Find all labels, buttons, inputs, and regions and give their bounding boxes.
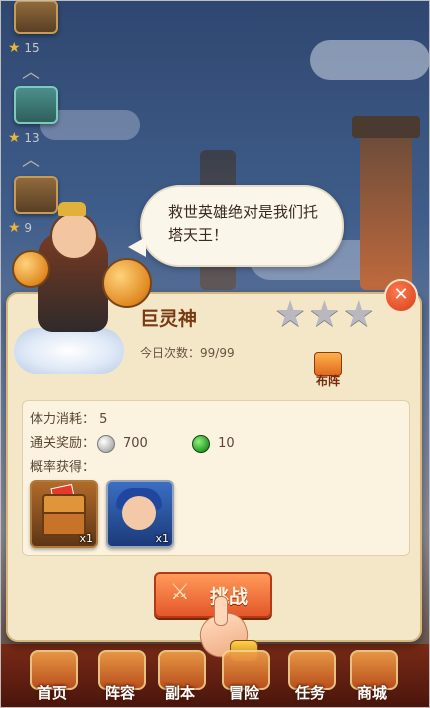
stage-node[interactable]: ★ 15 — [8, 0, 58, 56]
formation-label: 布阵 — [315, 374, 340, 388]
gourd-icon — [102, 258, 152, 308]
attempts-value: 99/99 — [200, 346, 235, 360]
close-icon: ✕ — [393, 284, 409, 305]
formation-button[interactable]: 布阵 — [306, 352, 350, 388]
nav-lineup[interactable]: 阵容 — [88, 648, 152, 706]
nav-shop[interactable]: 商城 — [340, 648, 404, 706]
stamina-row: 体力消耗： 5 — [30, 408, 107, 427]
close-button[interactable]: ✕ — [384, 279, 418, 313]
reward-row: 通关奖励： 700 10 — [30, 432, 235, 453]
boss-portrait — [10, 200, 160, 380]
drop-label: 概率获得： — [30, 460, 96, 475]
stamina-value: 5 — [99, 412, 108, 427]
game-scene: ★ 15 ︿ ★ 13 ︿ ★ 9 ✕ 救世英雄绝对是我们托塔天王！ 巨灵神 ★… — [0, 0, 430, 708]
nav-home[interactable]: 首页 — [20, 648, 84, 706]
crossed-swords-icon: ⚔ — [170, 580, 190, 605]
speech-text: 救世英雄绝对是我们托塔天王！ — [168, 203, 319, 244]
chevron-up-icon: ︿ — [22, 150, 40, 171]
reward-silver: 700 — [123, 436, 148, 451]
bg-cloud — [310, 40, 430, 80]
nav-label: 阵容 — [104, 684, 135, 702]
stamina-label: 体力消耗： — [30, 412, 96, 427]
star-icon: ★ — [8, 130, 21, 146]
star-empty-icon: ★ — [308, 294, 341, 335]
star-icon: ★ — [8, 40, 21, 56]
item-qty: x1 — [79, 532, 93, 545]
bg-pillar — [352, 116, 420, 290]
nav-label: 任务 — [294, 684, 325, 702]
nav-adventure[interactable]: 冒险 — [212, 648, 276, 706]
gourd-icon — [12, 250, 50, 288]
star-empty-icon: ★ — [274, 294, 307, 335]
chevron-up-icon: ︿ — [22, 62, 40, 83]
speech-bubble: 救世英雄绝对是我们托塔天王！ — [128, 185, 344, 267]
chest-icon — [14, 0, 58, 34]
stage-stars-count: 15 — [24, 41, 40, 55]
cloud-base — [14, 328, 124, 374]
item-qty: x1 — [155, 532, 169, 545]
boss-name: 巨灵神 — [140, 308, 198, 330]
drop-row: 概率获得： — [30, 456, 95, 475]
stage-stars-count: 13 — [24, 131, 40, 145]
nav-tasks[interactable]: 任务 — [278, 648, 342, 706]
drop-item-hero-card[interactable]: x1 — [106, 480, 174, 548]
stage-node[interactable]: ★ 13 — [8, 86, 58, 146]
nav-label: 首页 — [36, 684, 67, 702]
nav-label: 冒险 — [228, 684, 259, 702]
attempts-label: 今日次数： — [140, 346, 201, 360]
reward-gem: 10 — [218, 436, 235, 451]
nav-label: 副本 — [164, 684, 195, 702]
drop-item-card-chest[interactable]: x1 — [30, 480, 98, 548]
reward-label: 通关奖励： — [30, 436, 96, 451]
nav-dungeon[interactable]: 副本 — [148, 648, 212, 706]
nav-label: 商城 — [356, 684, 387, 702]
star-empty-icon: ★ — [342, 294, 375, 335]
silver-coin-icon — [97, 434, 116, 453]
chest-icon — [14, 86, 58, 124]
stage-rating: ★★★ — [274, 294, 377, 335]
gem-icon — [192, 434, 211, 453]
attempts-row: 今日次数：99/99 — [140, 344, 235, 361]
